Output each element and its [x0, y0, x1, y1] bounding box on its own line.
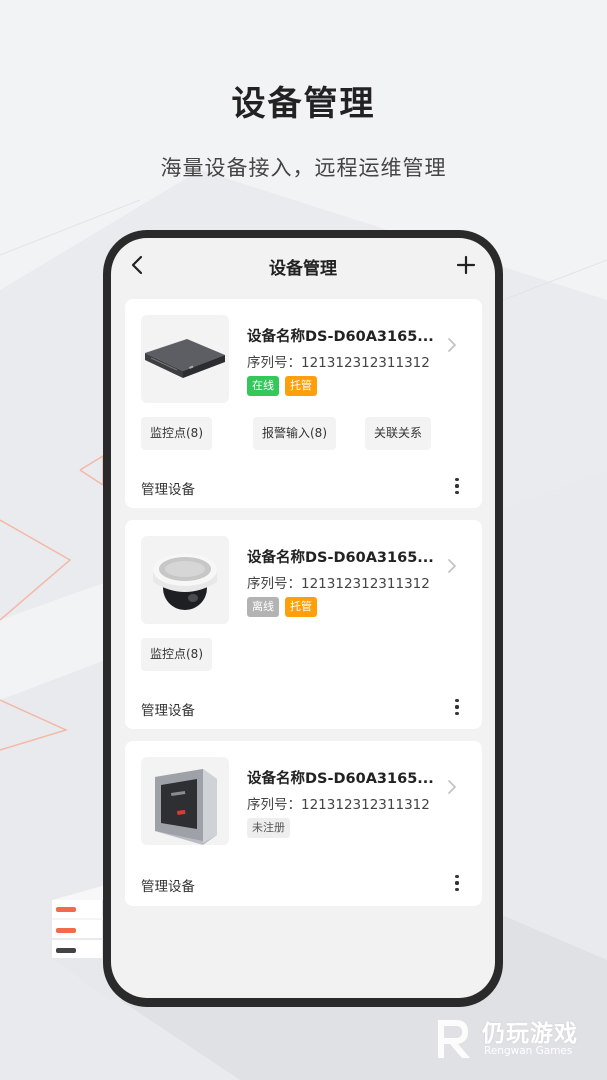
add-device-button[interactable] — [453, 252, 479, 278]
manage-device-label[interactable]: 管理设备 — [141, 478, 195, 498]
access-control-panel-icon — [155, 769, 217, 845]
watermark-name-en: Rengwan Games — [484, 1045, 573, 1057]
device-thumbnail — [141, 536, 229, 624]
chevron-right-icon[interactable] — [445, 779, 459, 795]
watermark-name-cn: 仍玩游戏 — [482, 1021, 578, 1047]
more-options-button[interactable] — [447, 697, 467, 717]
more-options-button[interactable] — [447, 873, 467, 893]
action-alarm-inputs[interactable]: 报警输入(8) — [253, 417, 336, 450]
action-monitor-points[interactable]: 监控点(8) — [141, 417, 212, 450]
status-tag-hosted: 托管 — [285, 597, 317, 617]
device-serial: 序列号：121312312311312 — [247, 576, 430, 592]
device-thumbnail — [141, 315, 229, 403]
device-thumbnail — [141, 757, 229, 845]
device-card[interactable]: 设备名称DS-D60A3165... 序列号：121312312311312 在… — [125, 299, 482, 508]
watermark: 仍玩游戏 Rengwan Games — [432, 1014, 602, 1064]
nvr-recorder-icon — [145, 339, 225, 378]
action-monitor-points[interactable]: 监控点(8) — [141, 638, 212, 671]
status-tag-offline: 离线 — [247, 597, 279, 617]
status-tag-hosted: 托管 — [285, 376, 317, 396]
device-card[interactable]: 设备名称DS-D60A3165... 序列号：121312312311312 离… — [125, 520, 482, 729]
promo-subtitle: 海量设备接入，远程运维管理 — [160, 156, 447, 180]
navbar: 设备管理 — [111, 238, 495, 294]
phone-screen: 设备管理 设备名称DS-D60A3165... 序列号：121312312311… — [111, 238, 495, 998]
plus-icon — [456, 255, 476, 275]
status-tag-unregistered: 未注册 — [247, 818, 290, 838]
nav-title: 设备管理 — [269, 259, 337, 279]
device-card[interactable]: 设备名称DS-D60A3165... 序列号：121312312311312 未… — [125, 741, 482, 906]
promo-title: 设备管理 — [231, 84, 376, 124]
manage-device-label[interactable]: 管理设备 — [141, 699, 195, 719]
action-relations[interactable]: 关联关系 — [365, 417, 432, 450]
rengwan-logo-icon — [438, 1020, 470, 1058]
chevron-right-icon[interactable] — [445, 337, 459, 353]
manage-device-label[interactable]: 管理设备 — [141, 875, 195, 895]
chevron-right-icon[interactable] — [445, 558, 459, 574]
device-name: 设备名称DS-D60A3165... — [247, 329, 434, 345]
more-options-button[interactable] — [447, 476, 467, 496]
status-tag-online: 在线 — [247, 376, 279, 396]
device-serial: 序列号：121312312311312 — [247, 355, 430, 371]
device-serial: 序列号：121312312311312 — [247, 797, 430, 813]
dome-camera-icon — [153, 554, 217, 610]
device-name: 设备名称DS-D60A3165... — [247, 550, 434, 566]
device-name: 设备名称DS-D60A3165... — [247, 771, 434, 787]
